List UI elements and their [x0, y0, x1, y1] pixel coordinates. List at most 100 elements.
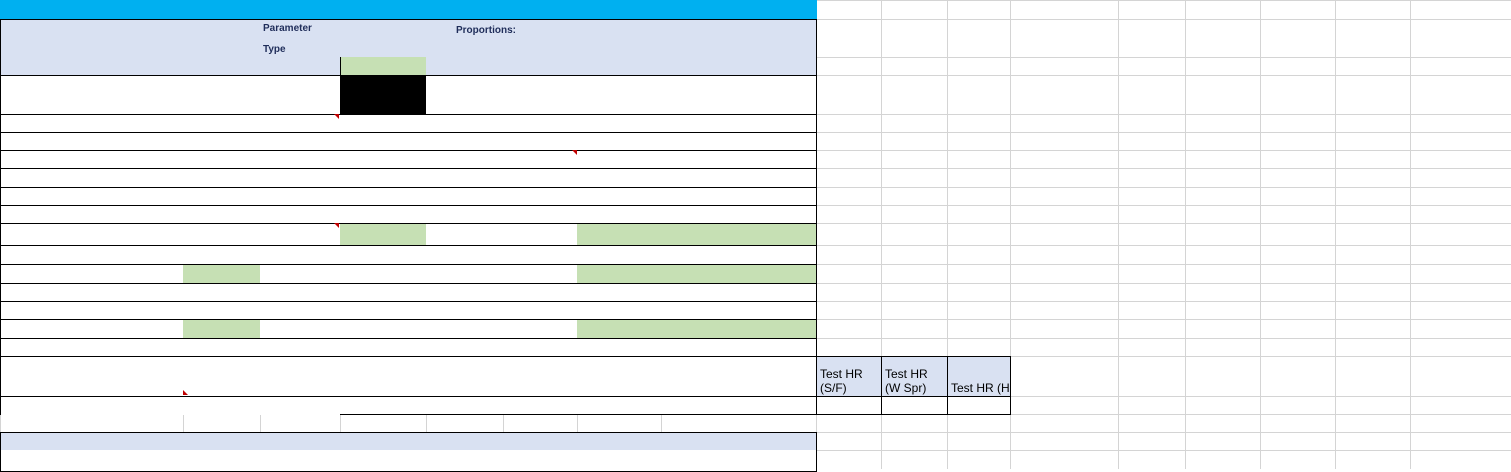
value-cell[interactable]	[183, 301, 261, 320]
jul-sep-cell[interactable]	[426, 264, 504, 284]
jul-sep-cell[interactable]	[426, 187, 504, 206]
jul-sep-cell[interactable]	[426, 168, 504, 188]
updated-cell[interactable]	[577, 245, 662, 265]
fishery-description[interactable]	[661, 264, 817, 284]
fishery-description[interactable]	[661, 168, 817, 188]
updated-cell[interactable]	[577, 168, 662, 188]
jul-sep-note[interactable]	[426, 396, 578, 415]
fishery-description[interactable]	[661, 75, 817, 115]
parameter-type-cell[interactable]	[260, 301, 341, 320]
header-value[interactable]	[183, 19, 261, 58]
jul-sep-cell[interactable]	[426, 132, 504, 151]
jul-sep-cell[interactable]	[426, 75, 504, 115]
may-jun-cell[interactable]	[340, 301, 427, 320]
may-jun-cell[interactable]	[340, 338, 427, 357]
fishery-description[interactable]	[661, 356, 817, 397]
updated-cell[interactable]	[577, 356, 662, 397]
fishery-name[interactable]	[0, 187, 184, 206]
parameter-type-cell[interactable]	[260, 132, 341, 151]
oct-apr-cell[interactable]	[503, 264, 578, 284]
parameter-type-cell[interactable]	[260, 75, 341, 115]
updated-cell[interactable]	[577, 301, 662, 320]
fishery-description[interactable]	[661, 319, 817, 339]
jul-sep-cell[interactable]	[426, 338, 504, 357]
test-hr-value[interactable]	[816, 396, 882, 415]
parameter-type-cell[interactable]	[260, 264, 341, 284]
oct-apr-cell[interactable]	[503, 319, 578, 339]
jul-sep-cell[interactable]	[426, 114, 504, 133]
parameter-type-cell[interactable]	[260, 168, 341, 188]
parameter-type-cell[interactable]	[260, 319, 341, 339]
jul-sep-cell[interactable]	[426, 150, 504, 169]
treaty-may-jun[interactable]	[340, 57, 427, 76]
header-may-jun[interactable]	[340, 19, 427, 58]
test-hr-header[interactable]: Test HR (H Spr)	[947, 356, 1011, 397]
fishery-name[interactable]	[0, 245, 184, 265]
oct-apr-cell[interactable]	[503, 356, 578, 397]
comment-indicator[interactable]	[334, 223, 339, 228]
may-jun-cell[interactable]	[340, 114, 427, 133]
fishery-name[interactable]	[0, 150, 184, 169]
value-cell[interactable]	[183, 450, 261, 470]
parameter-type-cell[interactable]	[260, 396, 341, 415]
header-updated[interactable]	[577, 19, 662, 58]
may-jun-cell[interactable]	[340, 245, 427, 265]
may-jun-cell[interactable]	[340, 356, 427, 397]
may-jun-cell[interactable]	[340, 132, 427, 151]
fishery-description[interactable]	[661, 114, 817, 133]
may-jun-cell[interactable]	[340, 168, 427, 188]
jul-sep-note[interactable]	[426, 223, 578, 246]
updated-cell[interactable]	[577, 187, 662, 206]
value-cell[interactable]	[183, 264, 261, 284]
fishery-description[interactable]	[661, 187, 817, 206]
updated-cell[interactable]	[577, 264, 662, 284]
treaty-blank[interactable]	[426, 57, 817, 76]
updated-cell[interactable]	[577, 75, 662, 115]
header-description[interactable]	[661, 19, 817, 58]
fishery-name[interactable]	[0, 283, 184, 302]
oct-apr-cell[interactable]	[503, 168, 578, 188]
fishery-name[interactable]	[0, 114, 184, 133]
test-hr-value[interactable]	[881, 396, 948, 415]
comment-indicator[interactable]	[334, 114, 339, 119]
may-jun-cell[interactable]	[340, 223, 427, 246]
jul-sep-cell[interactable]	[426, 301, 504, 320]
value-cell[interactable]	[183, 168, 261, 188]
parameter-type-cell[interactable]	[260, 450, 341, 470]
fishery-name[interactable]	[0, 338, 184, 357]
fishery-name[interactable]	[0, 356, 184, 397]
updated-cell[interactable]	[577, 450, 662, 470]
value-cell[interactable]	[183, 338, 261, 357]
comment-indicator[interactable]	[183, 390, 188, 395]
jul-sep-cell[interactable]	[426, 319, 504, 339]
parameter-type-cell[interactable]	[260, 356, 341, 397]
updated-cell[interactable]	[577, 150, 662, 169]
jul-sep-cell[interactable]	[426, 283, 504, 302]
oct-apr-cell[interactable]	[503, 301, 578, 320]
value-cell[interactable]	[183, 205, 261, 224]
oct-apr-cell[interactable]	[503, 150, 578, 169]
parameter-type-cell[interactable]	[260, 223, 341, 246]
fishery-description[interactable]	[661, 396, 817, 415]
updated-cell[interactable]	[577, 338, 662, 357]
fishery-description[interactable]	[661, 301, 817, 320]
updated-cell[interactable]	[577, 223, 662, 246]
header-parameter-type[interactable]: Parameter Type	[260, 19, 341, 58]
parameter-type-cell[interactable]	[260, 338, 341, 357]
fishery-name[interactable]	[0, 396, 184, 415]
may-jun-cell[interactable]	[340, 187, 427, 206]
parameter-type-cell[interactable]	[260, 245, 341, 265]
oct-apr-cell[interactable]	[503, 187, 578, 206]
updated-cell[interactable]	[577, 396, 662, 415]
test-hr-header[interactable]: Test HR (S/F)	[816, 356, 882, 397]
test-hr-header[interactable]: Test HR (W Spr)	[881, 356, 948, 397]
oct-apr-cell[interactable]	[503, 205, 578, 224]
value-cell[interactable]	[183, 150, 261, 169]
section-non-treaty[interactable]	[0, 432, 817, 451]
jul-sep-note[interactable]	[426, 245, 578, 265]
fishery-name[interactable]	[0, 223, 184, 246]
value-cell[interactable]	[183, 223, 261, 246]
comment-indicator[interactable]	[572, 150, 577, 155]
updated-cell[interactable]	[577, 319, 662, 339]
jul-sep-cell[interactable]	[426, 356, 504, 397]
